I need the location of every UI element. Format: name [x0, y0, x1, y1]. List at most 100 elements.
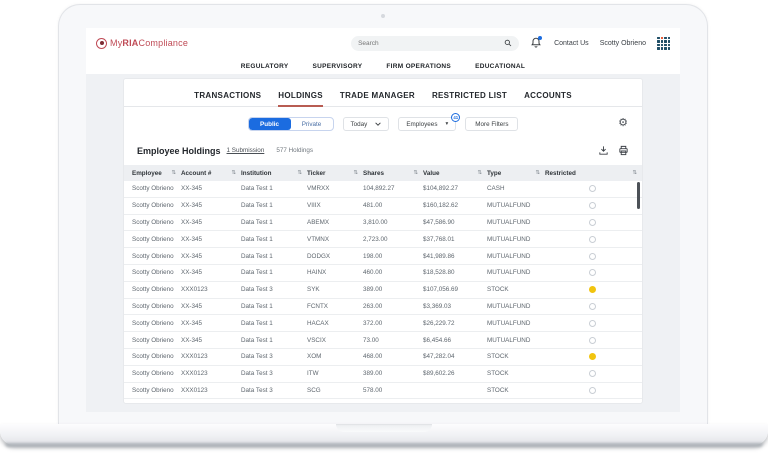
- tab-transactions[interactable]: TRANSACTIONS: [194, 91, 261, 106]
- cell-employee: Scotty Obrieno: [132, 269, 174, 277]
- tab-restricted-list[interactable]: RESTRICTED LIST: [432, 91, 507, 106]
- download-button[interactable]: [598, 145, 609, 156]
- table-row[interactable]: Scotty Obrieno XX-345 Data Test 1 HAINX 460.…: [124, 264, 642, 282]
- cell-value: $160,182.62: [423, 202, 459, 210]
- sort-icon[interactable]: ⇅: [632, 170, 637, 176]
- sort-icon[interactable]: ⇅: [413, 170, 418, 176]
- cell-type: MUTUALFUND: [487, 269, 531, 277]
- more-filters-button[interactable]: More Filters: [465, 117, 519, 131]
- contact-us-link[interactable]: Contact Us: [554, 40, 589, 47]
- column-header-institution[interactable]: Institution ⇅: [241, 170, 307, 177]
- cell-account: XXX0123: [181, 370, 208, 378]
- notifications-button[interactable]: [530, 36, 543, 50]
- apps-grid-cell: [657, 36, 660, 39]
- caret-down-icon: ▾: [445, 121, 449, 127]
- table-row[interactable]: Scotty Obrieno XX-345 Data Test 1 FCNTX 263.…: [124, 298, 642, 316]
- brand-logo[interactable]: MyRIACompliance: [96, 37, 189, 49]
- table-row[interactable]: Scotty Obrieno XXX0123 Data Test 3 XOM 468.0…: [124, 348, 642, 366]
- cell-ticker: SCG: [307, 386, 321, 394]
- column-header-restricted[interactable]: Restricted ⇅: [545, 170, 642, 177]
- unrestricted-status-dot: [588, 302, 596, 310]
- cell-institution: Data Test 3: [241, 353, 273, 361]
- table-row[interactable]: Scotty Obrieno XX-345 Data Test 1 HACAX 372.…: [124, 315, 642, 333]
- cell-employee: Scotty Obrieno: [132, 235, 174, 243]
- sort-icon[interactable]: ⇅: [477, 170, 482, 176]
- search-icon[interactable]: [504, 39, 512, 47]
- cell-ticker: XOM: [307, 353, 322, 361]
- cell-shares: 578.00: [363, 386, 383, 394]
- print-button[interactable]: [618, 145, 629, 156]
- laptop-base: [0, 424, 768, 445]
- column-header-value[interactable]: Value ⇅: [423, 170, 487, 177]
- cell-account: XX-345: [181, 302, 203, 310]
- cell-ticker: VMRXX: [307, 185, 330, 193]
- table-row[interactable]: Scotty Obrieno XX-345 Data Test 1 DODGX 198.…: [124, 248, 642, 265]
- submission-link[interactable]: 1 Submission: [227, 147, 265, 154]
- tabs-row: TRANSACTIONS HOLDINGS TRADE MANAGER RESTRIC…: [124, 79, 642, 107]
- cell-value: $89,602.26: [423, 370, 455, 378]
- column-header-ticker[interactable]: Ticker ⇅: [307, 170, 363, 177]
- column-label: Institution: [241, 169, 272, 177]
- cell-ticker: DODGX: [307, 252, 331, 260]
- cell-ticker: VSCIX: [307, 336, 326, 344]
- nav-item-educational[interactable]: EDUCATIONAL: [475, 63, 525, 70]
- tab-holdings[interactable]: HOLDINGS: [278, 91, 323, 107]
- table-row[interactable]: Scotty Obrieno XX-345 Data Test 1 VIIIX 481.…: [124, 197, 642, 215]
- cell-restricted: [545, 353, 642, 361]
- column-header-type[interactable]: Type ⇅: [487, 170, 545, 177]
- cell-account: XX-345: [181, 252, 203, 260]
- tab-trade-manager[interactable]: TRADE MANAGER: [340, 91, 415, 106]
- visibility-option-public[interactable]: Public: [248, 118, 291, 130]
- table-row[interactable]: Scotty Obrieno XX-345 Data Test 1 ABEMX 3,81…: [124, 214, 642, 232]
- cell-type: MUTUALFUND: [487, 252, 531, 260]
- cell-shares: 2,723.00: [363, 235, 388, 243]
- table-row[interactable]: Scotty Obrieno XX-345 Data Test 1 VMRXX 104,…: [124, 181, 642, 198]
- settings-gear-icon[interactable]: ⚙: [618, 117, 628, 128]
- unrestricted-status-dot: [588, 319, 596, 327]
- cell-employee: Scotty Obrieno: [132, 252, 174, 260]
- sort-icon[interactable]: ⇅: [353, 170, 358, 176]
- employees-dropdown[interactable]: Employees ▾ 41: [398, 113, 461, 131]
- sort-icon[interactable]: ⇅: [535, 170, 540, 176]
- table-row[interactable]: Scotty Obrieno XX-345 Data Test 1 VTMNX 2,72…: [124, 231, 642, 249]
- user-menu[interactable]: Scotty Obrieno: [600, 40, 646, 47]
- sort-icon[interactable]: ⇅: [297, 170, 302, 176]
- cell-shares: 3,810.00: [363, 218, 388, 226]
- column-header-shares[interactable]: Shares ⇅: [363, 170, 423, 177]
- cell-account: XXX0123: [181, 286, 208, 294]
- tab-accounts[interactable]: ACCOUNTS: [524, 91, 572, 106]
- cell-account: XX-345: [181, 319, 203, 327]
- column-label: Value: [423, 169, 440, 177]
- table-row[interactable]: Scotty Obrieno XX-345 Data Test 1 VSCIX 73.0…: [124, 332, 642, 349]
- cell-ticker: SYK: [307, 286, 320, 294]
- visibility-option-private[interactable]: Private: [291, 118, 333, 130]
- nav-item-firm-operations[interactable]: FIRM OPERATIONS: [386, 63, 451, 70]
- table-row[interactable]: Scotty Obrieno XXX0123 Data Test 3 SCG 578.0…: [124, 382, 642, 400]
- column-header-employee[interactable]: Employee ⇅: [124, 170, 181, 177]
- cell-shares: 389.00: [363, 370, 383, 378]
- cell-value: $47,586.90: [423, 218, 455, 226]
- cell-employee: Scotty Obrieno: [132, 218, 174, 226]
- table-scrollbar-thumb[interactable]: [637, 182, 640, 209]
- search-input[interactable]: [358, 39, 501, 47]
- apps-grid-cell: [664, 40, 667, 43]
- table-row[interactable]: Scotty Obrieno XXX0123 Data Test 3 SYK 389.0…: [124, 281, 642, 299]
- cell-institution: Data Test 1: [241, 269, 273, 277]
- apps-grid-cell: [667, 47, 670, 50]
- cell-account: XXX0123: [181, 353, 208, 361]
- sort-icon[interactable]: ⇅: [231, 170, 236, 176]
- cell-ticker: HACAX: [307, 319, 329, 327]
- apps-grid-icon[interactable]: [657, 36, 670, 50]
- brand-logo-text: MyRIACompliance: [110, 38, 189, 48]
- nav-item-supervisory[interactable]: SUPERVISORY: [312, 63, 362, 70]
- table-row[interactable]: Scotty Obrieno XXX0123 Data Test 3 ITW 389.0…: [124, 365, 642, 383]
- cell-employee: Scotty Obrieno: [132, 286, 174, 294]
- nav-item-regulatory[interactable]: REGULATORY: [241, 63, 289, 70]
- sort-icon[interactable]: ⇅: [171, 170, 176, 176]
- table-header-row: Employee ⇅ Account # ⇅ Institution ⇅ Ticker ⇅ Sh…: [124, 165, 642, 181]
- column-header-account-[interactable]: Account # ⇅: [181, 170, 241, 177]
- apps-grid-cell: [657, 43, 660, 46]
- cell-institution: Data Test 1: [241, 185, 273, 193]
- date-range-dropdown[interactable]: Today: [342, 117, 390, 131]
- cell-ticker: VTMNX: [307, 235, 330, 243]
